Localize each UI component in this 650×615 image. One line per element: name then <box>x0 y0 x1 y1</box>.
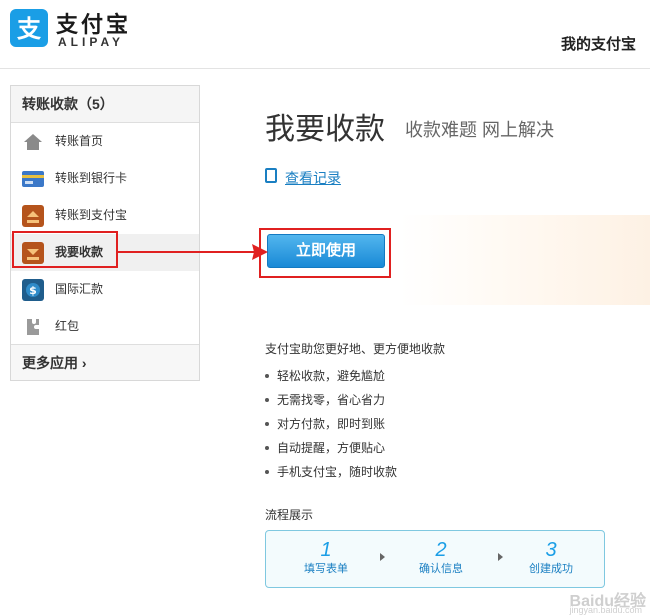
process-title: 流程展示 <box>265 508 314 522</box>
svg-text:$: $ <box>29 284 37 297</box>
logo-en-text: ALIPAY <box>58 35 125 49</box>
bullet-icon <box>265 470 269 474</box>
list-item: 轻松收款，避免尴尬 <box>265 364 397 388</box>
step-arrow-icon <box>380 553 385 561</box>
sidebar-item-transfer-to-bank[interactable]: 转账到银行卡 <box>11 160 199 197</box>
sidebar-title: 转账收款（5） <box>11 86 199 123</box>
red-packet-icon <box>21 315 45 339</box>
svg-text:支: 支 <box>17 15 42 43</box>
decorative-background <box>400 215 650 305</box>
sidebar-item-label: 转账到支付宝 <box>55 208 128 222</box>
sidebar-item-transfer-home[interactable]: 转账首页 <box>11 123 199 160</box>
sidebar-item-label: 转账首页 <box>55 134 104 148</box>
highlight-box-button <box>259 228 391 278</box>
alipay-logo-icon[interactable]: 支 <box>10 9 48 47</box>
bullet-icon <box>265 398 269 402</box>
bullet-icon <box>265 422 269 426</box>
document-icon <box>265 168 277 183</box>
bullet-icon <box>265 446 269 450</box>
bullet-icon <box>265 374 269 378</box>
more-apps-label: 更多应用 <box>22 355 78 371</box>
page-subtitle: 收款难题 网上解决 <box>405 120 555 140</box>
sidebar-item-label: 红包 <box>55 319 80 333</box>
transfer-to-alipay-icon <box>21 204 45 228</box>
sidebar-item-label: 转账到银行卡 <box>55 171 128 185</box>
view-records-link[interactable]: 查看记录 <box>265 168 341 188</box>
step-2: 2 确认信息 <box>419 539 463 575</box>
list-item: 手机支付宝，随时收款 <box>265 460 397 484</box>
chevron-right-icon: › <box>81 355 87 371</box>
step-1: 1 填写表单 <box>304 539 348 575</box>
header: 支 支付宝 ALIPAY 我的支付宝 <box>0 0 650 69</box>
sidebar-item-transfer-to-alipay[interactable]: 转账到支付宝 <box>11 197 199 234</box>
step-arrow-icon <box>498 553 503 561</box>
intro-text: 支付宝助您更好地、更方便地收款 <box>265 342 446 356</box>
my-alipay-link[interactable]: 我的支付宝 <box>561 33 636 54</box>
list-item: 对方付款，即时到账 <box>265 412 397 436</box>
view-records-label: 查看记录 <box>285 170 341 186</box>
sidebar-item-international-remittance[interactable]: $ 国际汇款 <box>11 271 199 308</box>
sidebar-item-label: 国际汇款 <box>55 282 104 296</box>
page-title: 我要收款 <box>265 113 385 146</box>
list-item: 自动提醒，方便贴心 <box>265 436 397 460</box>
international-remittance-icon: $ <box>21 278 45 302</box>
highlight-box-menu <box>12 231 118 268</box>
sidebar-item-red-packet[interactable]: 红包 <box>11 308 199 345</box>
step-3: 3 创建成功 <box>529 539 573 575</box>
list-item: 无需找零，省心省力 <box>265 388 397 412</box>
benefits-list: 轻松收款，避免尴尬 无需找零，省心省力 对方付款，即时到账 自动提醒，方便贴心 … <box>265 364 397 484</box>
home-icon <box>21 130 45 154</box>
process-steps: 1 填写表单 2 确认信息 3 创建成功 <box>265 530 605 588</box>
bank-card-icon <box>21 167 45 191</box>
watermark-url: jingyan.baidu.com <box>569 605 642 615</box>
more-apps-link[interactable]: 更多应用 › <box>11 344 199 380</box>
